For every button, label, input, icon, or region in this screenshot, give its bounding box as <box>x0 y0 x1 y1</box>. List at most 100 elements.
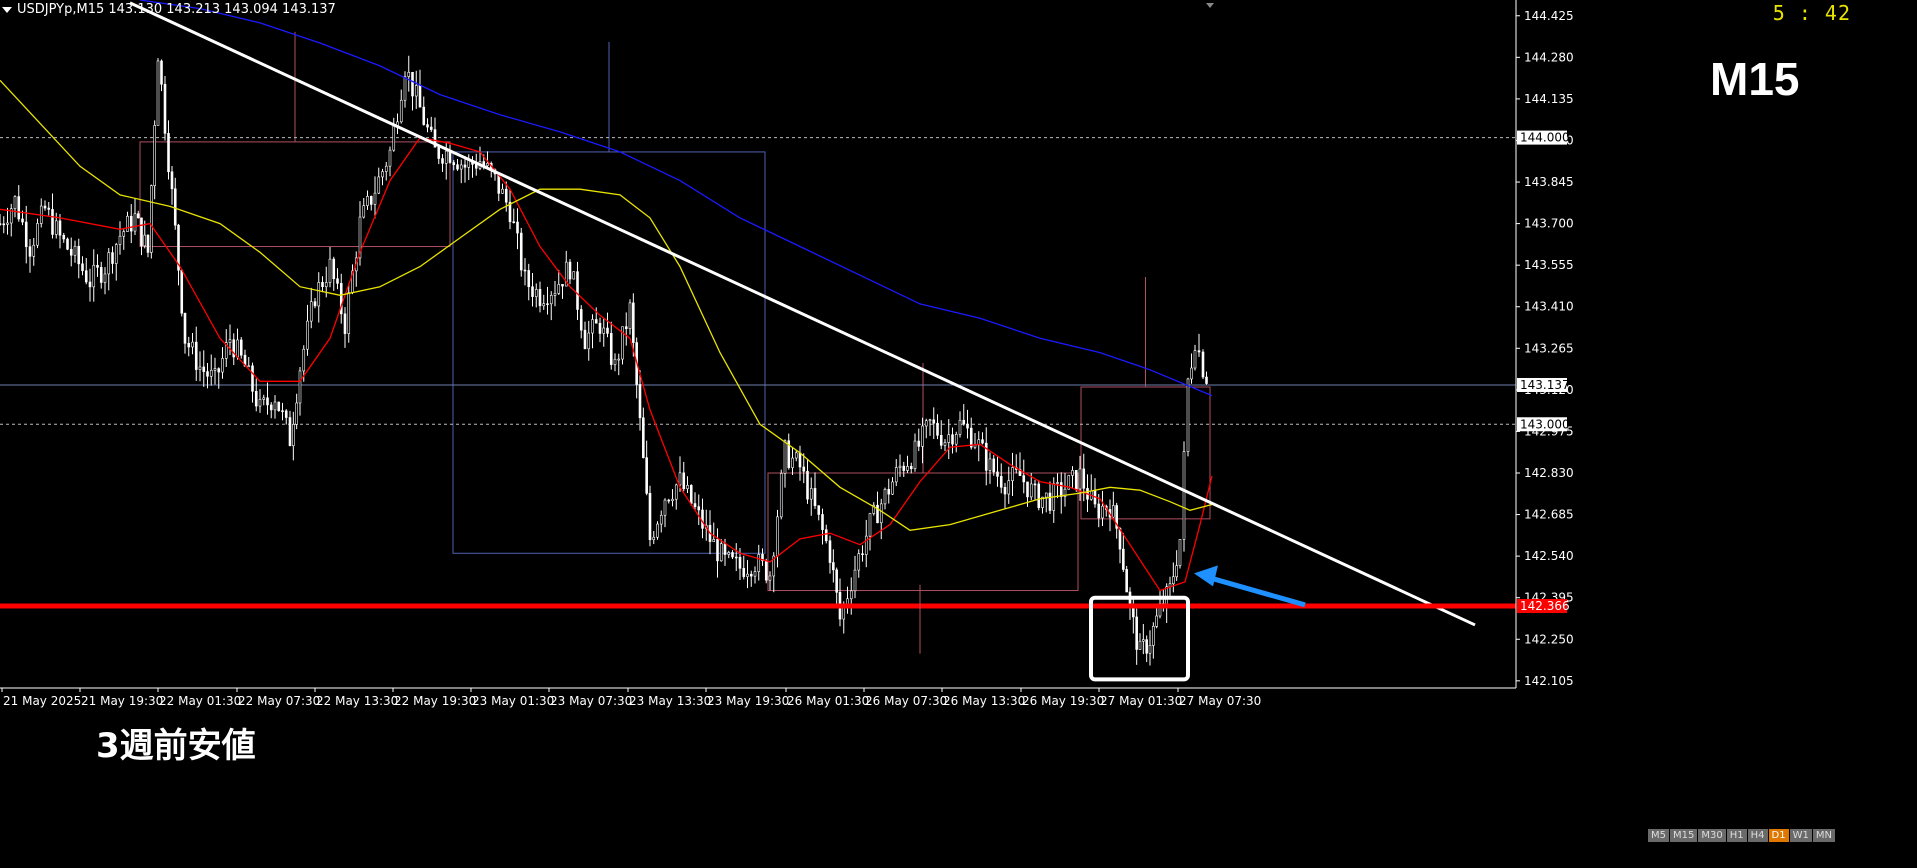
candle-body <box>180 269 184 314</box>
candle-body <box>906 466 909 471</box>
candle-body <box>909 466 913 470</box>
candle-body <box>284 410 288 418</box>
candle-body <box>251 365 254 392</box>
candle-body <box>678 472 682 486</box>
candle-body <box>332 258 336 280</box>
candle-body <box>463 164 467 168</box>
candle-body <box>779 473 783 518</box>
candle-body <box>969 427 973 448</box>
candle-body <box>1125 569 1128 593</box>
candle-body <box>1033 483 1037 486</box>
period-button-m5[interactable]: M5 <box>1648 829 1669 842</box>
period-button-mn[interactable]: MN <box>1812 829 1835 842</box>
price-tick-label: 142.105 <box>1524 674 1574 688</box>
candle-body <box>1112 505 1115 518</box>
candle-body <box>1059 482 1063 497</box>
candle-body <box>1122 548 1125 570</box>
candle-body <box>459 164 463 170</box>
candle-body <box>96 264 99 268</box>
candle-body <box>913 440 917 470</box>
time-tick-label: 21 May 2025 <box>3 694 81 708</box>
candle-body <box>591 319 594 334</box>
candle-body <box>864 535 868 555</box>
candle-body <box>802 466 806 472</box>
candle-body <box>414 85 418 97</box>
shift-marker-icon[interactable] <box>1206 3 1214 8</box>
candle-body <box>645 457 648 494</box>
candle-body <box>21 218 24 223</box>
candle-body <box>452 162 456 166</box>
candle-body <box>399 99 403 123</box>
candle-body <box>813 488 817 507</box>
period-button-d1[interactable]: D1 <box>1768 829 1789 842</box>
candle-body <box>824 529 828 542</box>
candle-body <box>891 481 894 495</box>
candle-body <box>1082 468 1086 489</box>
candle-body <box>17 196 21 220</box>
session-range-box[interactable] <box>139 141 451 248</box>
candle-body <box>764 560 768 581</box>
candle-body <box>28 246 32 257</box>
candle-body <box>236 339 239 358</box>
period-button-h1[interactable]: H1 <box>1726 829 1747 842</box>
descending-trendline[interactable] <box>129 1 1476 627</box>
period-button-w1[interactable]: W1 <box>1789 829 1812 842</box>
price-chart[interactable]: 144.425144.280144.135143.990143.845143.7… <box>0 0 1917 868</box>
candle-body <box>719 543 723 562</box>
candle-body <box>553 293 557 296</box>
price-tick-label: 143.265 <box>1524 341 1574 355</box>
price-tick-label: 142.830 <box>1524 466 1574 480</box>
candle-body <box>783 440 787 474</box>
candle-body <box>88 281 92 288</box>
time-tick-label: 22 May 13:30 <box>316 694 398 708</box>
candle-body <box>857 553 861 571</box>
candle-body <box>411 71 414 97</box>
candle-body <box>277 401 281 412</box>
candle-body <box>1175 565 1178 578</box>
period-button-m30[interactable]: M30 <box>1698 829 1726 842</box>
candle-body <box>247 365 251 368</box>
candle-body <box>58 220 62 236</box>
candle-body <box>999 476 1003 488</box>
candle-body <box>114 244 118 264</box>
candle-body <box>324 282 328 288</box>
period-button-m15[interactable]: M15 <box>1670 829 1698 842</box>
candle-body <box>716 539 719 562</box>
candle-body <box>1205 376 1208 384</box>
candle-body <box>996 471 999 477</box>
candle-body <box>47 207 51 210</box>
candle-body <box>36 223 39 246</box>
candle-body <box>561 284 564 287</box>
candle-body <box>1022 475 1026 483</box>
candle-body <box>239 339 243 356</box>
candle-body <box>504 188 508 203</box>
candle-body <box>407 71 411 77</box>
candle-body <box>958 419 962 435</box>
period-button-h4[interactable]: H4 <box>1747 829 1768 842</box>
candle-body <box>598 322 602 334</box>
candle-body <box>221 358 224 373</box>
collapse-triangle-icon[interactable] <box>2 6 12 13</box>
time-tick-label: 27 May 07:30 <box>1179 694 1261 708</box>
candle-body <box>817 505 821 515</box>
candle-body <box>832 562 835 571</box>
candle-body <box>1007 480 1011 495</box>
breakout-arrow-icon <box>1194 565 1218 587</box>
candle-body <box>686 485 689 490</box>
candle-body <box>183 312 187 344</box>
time-tick-label: 23 May 19:30 <box>707 694 789 708</box>
candle-body <box>418 85 422 108</box>
candle-body <box>746 573 749 577</box>
time-tick-label: 26 May 19:30 <box>1022 694 1104 708</box>
candle-body <box>194 341 198 370</box>
session-range-box[interactable] <box>452 151 766 554</box>
candle-body <box>1197 350 1201 353</box>
candle-body <box>894 467 898 483</box>
candle-body <box>731 552 734 558</box>
candle-body <box>821 514 824 531</box>
candle-body <box>602 327 606 334</box>
candle-body <box>652 536 656 541</box>
candle-body <box>557 284 561 294</box>
moving-average-ma_slow <box>139 0 1213 397</box>
candle-body <box>317 282 321 307</box>
